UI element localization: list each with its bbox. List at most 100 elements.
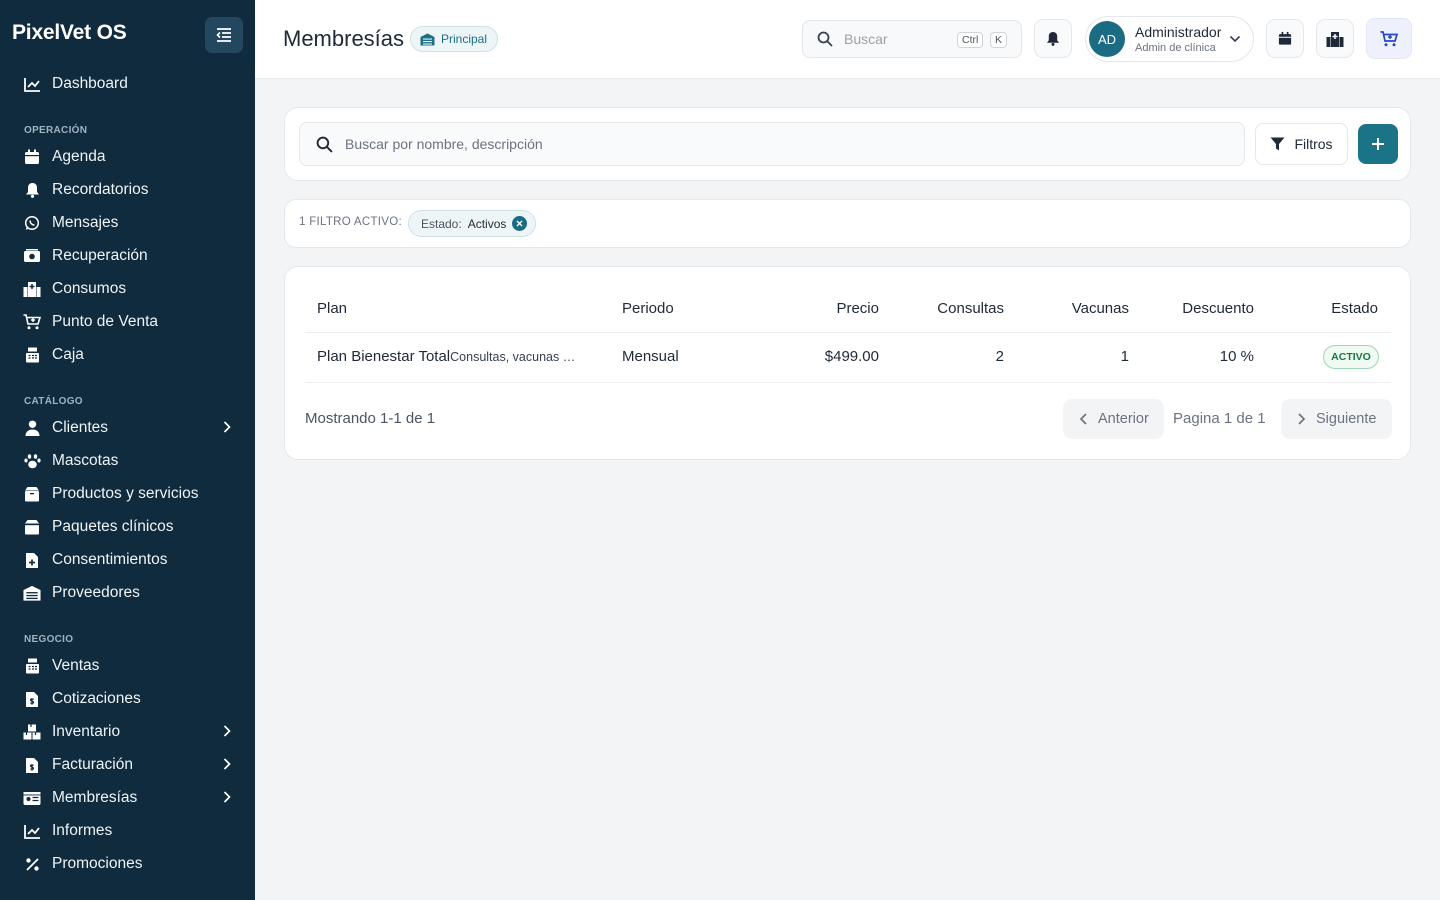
precio-cell: $499.00 [824,348,879,365]
membership-search-input[interactable]: Buscar por nombre, descripción [299,122,1245,166]
chevron-right-icon [223,791,231,803]
search-panel: Buscar por nombre, descripción Filtros [284,107,1411,181]
sidebar-item-punto-de-venta[interactable]: Punto de Venta [14,307,242,337]
status-badge: ACTIVO [1323,345,1379,369]
next-page-button[interactable]: Siguiente [1281,399,1392,439]
chevron-right-icon [223,758,231,770]
sidebar-item-label: Consentimientos [52,551,168,568]
notifications-button[interactable] [1034,19,1072,58]
filter-chip-estado[interactable]: Estado: Activos [408,210,537,237]
pos-cart-button[interactable] [1366,18,1412,59]
header-divider [305,332,1391,333]
cash-register-icon [23,657,41,675]
sidebar-item-label: Membresías [52,789,138,806]
filter-chip-value: Activos [467,216,507,231]
user-role: Admin de clínica [1135,42,1216,54]
descuento-cell: 10 % [1219,348,1254,365]
column-header-vacunas[interactable]: Vacunas [1072,300,1129,317]
sidebar-item-label: Recordatorios [52,181,149,198]
avatar: AD [1089,21,1125,57]
sidebar-item-mascotas[interactable]: Mascotas [14,446,242,476]
user-menu[interactable]: AD Administrador Admin de clínica [1085,16,1254,62]
sidebar-item-productos-servicios[interactable]: Productos y servicios [14,479,242,509]
whatsapp-icon [23,214,41,232]
column-header-consultas[interactable]: Consultas [937,300,1004,317]
chart-line-icon [23,822,41,840]
sidebar-item-label: Cotizaciones [52,690,141,707]
filter-icon [1270,137,1285,151]
global-search-input[interactable]: Buscar Ctrl K [802,20,1022,58]
sidebar-item-paquetes-clinicos[interactable]: Paquetes clínicos [14,512,242,542]
sidebar-item-recuperacion[interactable]: Recuperación [14,241,242,271]
sidebar-item-label: Clientes [52,419,108,436]
paw-icon [23,452,41,470]
user-name: Administrador [1135,24,1222,40]
chevron-right-icon [1298,413,1306,425]
file-invoice-dollar-icon [23,690,41,708]
money-icon [23,247,41,265]
branch-badge[interactable]: Principal [410,26,499,52]
search-placeholder: Buscar [844,31,888,47]
plan-cell: Plan Bienestar TotalConsultas, vacunas … [317,348,575,365]
active-filters-bar: 1 FILTRO ACTIVO: Estado: Activos [284,199,1411,248]
cart-plus-icon [1380,30,1398,46]
sidebar-item-membresias[interactable]: Membresías [14,783,242,813]
pagination-summary: Mostrando 1-1 de 1 [305,410,436,427]
column-header-periodo[interactable]: Periodo [622,300,674,317]
sidebar-item-label: Facturación [52,756,133,773]
hospital-icon [1326,31,1344,47]
column-header-plan[interactable]: Plan [317,300,347,317]
filter-chip-key: Estado: [421,216,462,231]
bell-icon [23,181,41,199]
page-info: Pagina 1 de 1 [1173,410,1266,427]
consumos-button[interactable] [1316,19,1354,58]
sidebar-item-dashboard[interactable]: Dashboard [14,69,242,99]
column-header-descuento[interactable]: Descuento [1182,300,1254,317]
sidebar-item-facturacion[interactable]: Facturación [14,750,242,780]
sidebar-collapse-button[interactable] [205,17,243,53]
page-title: Membresías [283,26,405,51]
top-header: Membresías Principal Buscar Ctrl K AD Ad… [255,0,1440,79]
warehouse-icon [23,584,41,602]
filters-button[interactable]: Filtros [1255,123,1348,165]
section-label-negocio: NEGOCIO [24,634,74,645]
sidebar-item-cotizaciones[interactable]: Cotizaciones [14,684,242,714]
hospital-icon [23,280,41,298]
search-icon [817,31,833,47]
sidebar-item-mensajes[interactable]: Mensajes [14,208,242,238]
app-logo: PixelVet OS [12,21,127,44]
consultas-cell: 2 [995,348,1004,365]
remove-filter-button[interactable] [512,216,528,231]
sidebar-item-ventas[interactable]: Ventas [14,651,242,681]
sidebar-item-consumos[interactable]: Consumos [14,274,242,304]
calendar-icon [1278,31,1292,45]
add-membership-button[interactable] [1358,124,1398,164]
sidebar-item-agenda[interactable]: Agenda [14,142,242,172]
sidebar-item-recordatorios[interactable]: Recordatorios [14,175,242,205]
chart-line-icon [23,75,41,93]
sidebar-item-inventario[interactable]: Inventario [14,717,242,747]
previous-page-button[interactable]: Anterior [1063,399,1164,439]
next-page-label: Siguiente [1316,411,1377,427]
sidebar: PixelVet OS Dashboard OPERACIÓN Agenda R… [0,0,255,900]
previous-page-label: Anterior [1098,411,1149,427]
sidebar-item-label: Agenda [52,148,106,165]
calendar-button[interactable] [1266,19,1304,58]
cash-register-icon [23,346,41,364]
sidebar-item-caja[interactable]: Caja [14,340,242,370]
sidebar-item-informes[interactable]: Informes [14,816,242,846]
sidebar-item-label: Informes [52,822,113,839]
sidebar-item-clientes[interactable]: Clientes [14,413,242,443]
column-header-precio[interactable]: Precio [836,300,879,317]
sidebar-item-label: Caja [52,346,84,363]
column-header-estado[interactable]: Estado [1331,300,1378,317]
sidebar-item-consentimientos[interactable]: Consentimientos [14,545,242,575]
sidebar-item-label: Ventas [52,657,100,674]
file-medical-icon [23,551,41,569]
plan-name: Plan Bienestar Total [317,348,451,365]
sidebar-item-promociones[interactable]: Promociones [14,849,242,879]
sidebar-item-label: Mensajes [52,214,119,231]
chevron-left-icon [1079,413,1087,425]
search-icon [316,136,333,153]
sidebar-item-proveedores[interactable]: Proveedores [14,578,242,608]
